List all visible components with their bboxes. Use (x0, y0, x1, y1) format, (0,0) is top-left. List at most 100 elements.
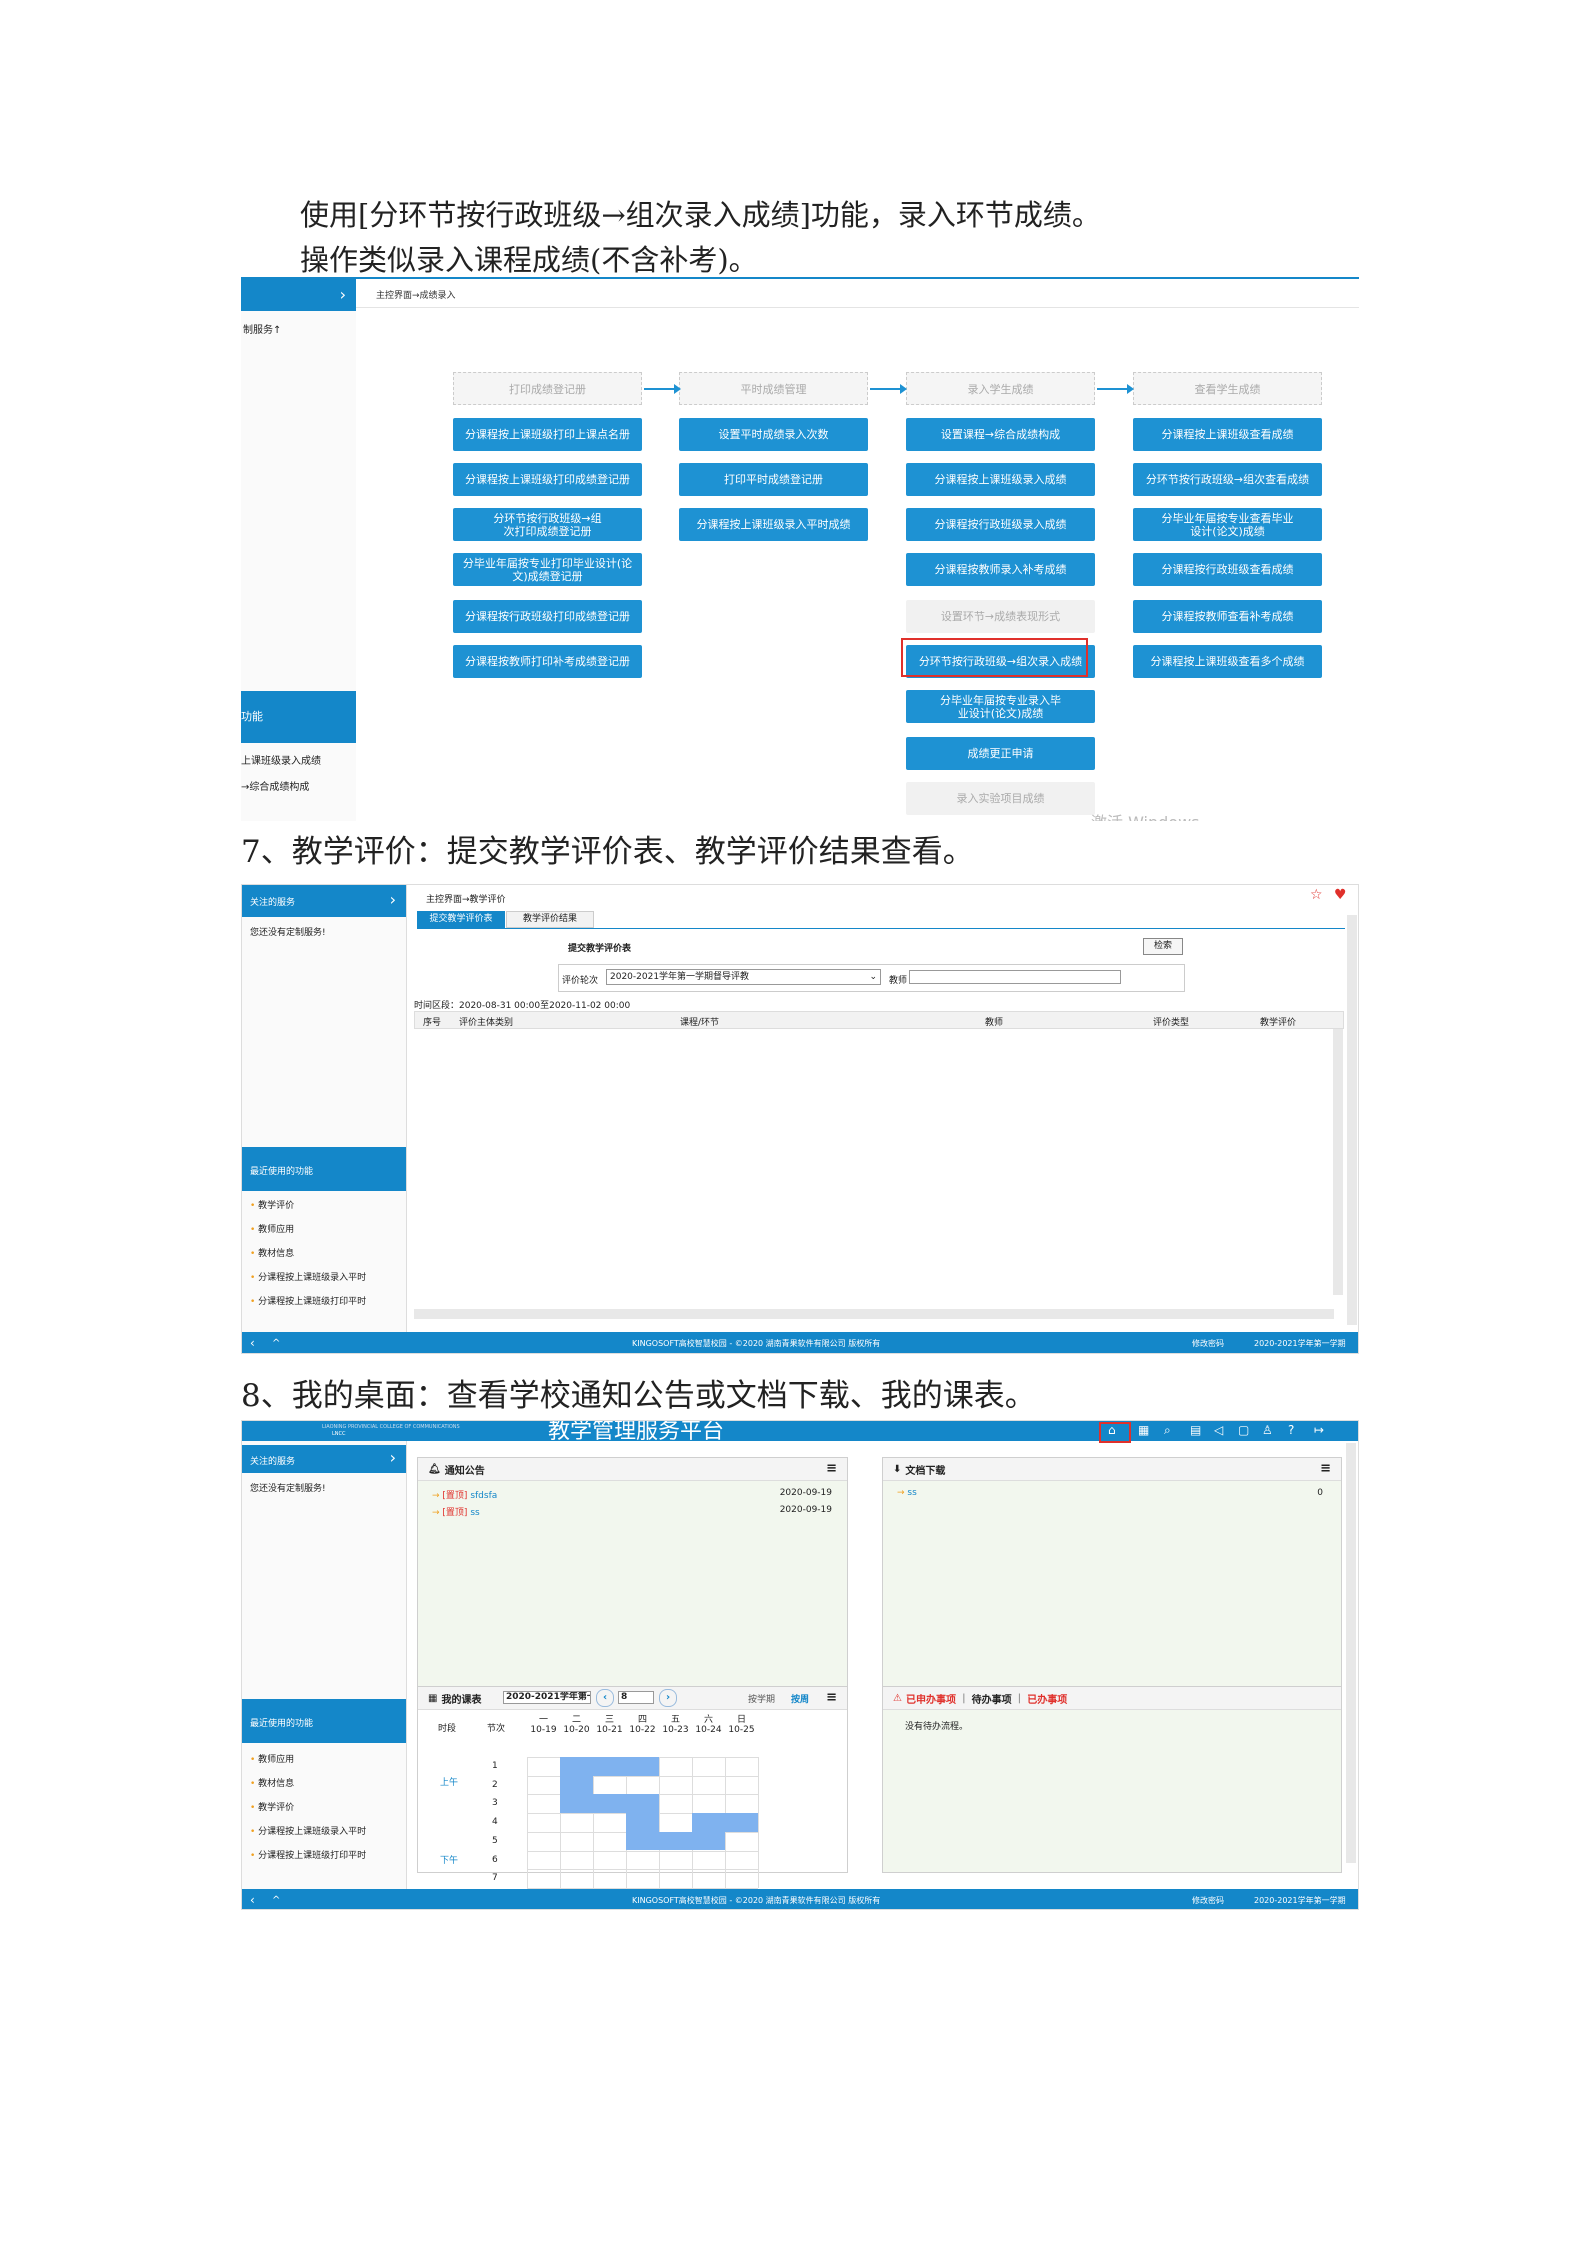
func-button[interactable]: 分课程按教师录入补考成绩 (906, 553, 1095, 586)
tab-submit[interactable]: 提交教学评价表 (417, 911, 505, 928)
recent-item[interactable]: • 教学评价 (250, 1800, 294, 1813)
func-button[interactable]: 分课程按教师打印补考成绩登记册 (453, 645, 642, 678)
col-subject: 评价主体类别 (459, 1018, 514, 1028)
recent-item[interactable]: • 教师应用 (250, 1752, 294, 1765)
func-button[interactable]: 分课程按上课班级打印上课点名册 (453, 418, 642, 451)
tab-applied[interactable]: 已申办事项 (906, 1691, 956, 1706)
func-button[interactable]: 分环节按行政班级→组次打印成绩登记册 (453, 508, 642, 541)
recent-item[interactable]: • 教材信息 (250, 1246, 294, 1259)
func-button[interactable]: 打印平时成绩登记册 (679, 463, 868, 496)
class-cell[interactable] (593, 1794, 626, 1814)
class-cell[interactable] (626, 1813, 659, 1832)
recent-item[interactable]: • 教师应用 (250, 1222, 294, 1235)
func-button[interactable]: 分课程按行政班级打印成绩登记册 (453, 600, 642, 633)
func-button[interactable]: 分课程按教师查看补考成绩 (1133, 600, 1322, 633)
sidebar-header[interactable]: 关注的服务 › (242, 1445, 406, 1473)
class-cell[interactable] (560, 1775, 593, 1795)
help-icon[interactable]: ? (1288, 1423, 1294, 1437)
tab-done[interactable]: 已办事项 (1027, 1691, 1067, 1706)
chevron-right-icon[interactable]: › (340, 285, 346, 304)
class-cell[interactable] (560, 1794, 593, 1814)
todo-panel: ⚠ 已申办事项 | 待办事项 | 已办事项 没有待办流程。 (882, 1686, 1342, 1873)
week-select[interactable]: 8 (618, 1691, 654, 1704)
heart-icon[interactable]: ♥ (1334, 887, 1347, 903)
menu-icon[interactable]: ≡ (826, 1461, 837, 1476)
table-scrollbar[interactable] (1333, 1029, 1343, 1295)
chevron-left-icon[interactable]: ‹ (250, 1336, 255, 1350)
teacher-input[interactable] (909, 970, 1121, 984)
recent-item[interactable]: • 分课程按上课班级打印平时 (250, 1294, 366, 1307)
menu-icon[interactable]: ≡ (1320, 1461, 1331, 1476)
star-icon[interactable]: ☆ (1310, 887, 1323, 903)
round-select[interactable]: 2020-2021学年第一学期督导评教 ⌄ (606, 969, 881, 985)
notice-item[interactable]: → [置顶] ss 2020-09-19 (432, 1505, 842, 1518)
speaker-icon[interactable]: ◁ (1214, 1423, 1223, 1437)
func-button[interactable]: 分课程按上课班级录入成绩 (906, 463, 1095, 496)
func-button[interactable]: 成绩更正申请 (906, 737, 1095, 770)
page-scrollbar[interactable] (1347, 915, 1357, 1325)
download-panel-header: ⬇ 文档下载 ≡ (883, 1458, 1341, 1481)
day-date: 10-19 (530, 1725, 557, 1735)
tab-todo[interactable]: 待办事项 (972, 1691, 1012, 1706)
by-week-link[interactable]: 按周 (791, 1692, 809, 1705)
recent-item[interactable]: →综合成绩构成 (241, 778, 309, 793)
chevron-right-icon[interactable]: › (390, 890, 396, 909)
chevron-right-icon[interactable]: › (390, 1448, 396, 1467)
home-icon[interactable]: ⌂ (1108, 1423, 1116, 1437)
recent-item[interactable]: • 教材信息 (250, 1776, 294, 1789)
func-button[interactable]: 设置平时成绩录入次数 (679, 418, 868, 451)
grid-icon[interactable]: ▦ (1138, 1423, 1149, 1437)
func-button[interactable]: 分课程按上课班级录入平时成绩 (679, 508, 868, 541)
term-select[interactable]: 2020-2021学年第一学期 (503, 1691, 591, 1704)
day-date: 10-25 (728, 1725, 755, 1735)
download-item[interactable]: → ss 0 (897, 1488, 1333, 1498)
chevron-right-icon[interactable]: › (659, 1689, 677, 1707)
chevron-up-icon[interactable]: ^ (272, 1895, 280, 1906)
calendar-icon[interactable]: ▤ (1190, 1423, 1201, 1437)
func-button[interactable]: 分毕业年届按专业录入毕业设计(论文)成绩 (906, 690, 1095, 723)
func-button[interactable]: 设置课程→综合成绩构成 (906, 418, 1095, 451)
class-cell[interactable] (692, 1831, 725, 1851)
recent-item[interactable]: • 分课程按上课班级录入平时 (250, 1824, 366, 1837)
sidebar-header[interactable]: › (241, 279, 356, 311)
func-button[interactable]: 分课程按上课班级打印成绩登记册 (453, 463, 642, 496)
class-cell[interactable] (659, 1831, 692, 1851)
class-cell[interactable] (593, 1757, 626, 1776)
recent-functions-header: 功能 (241, 691, 356, 743)
class-cell[interactable] (560, 1757, 593, 1776)
change-password-link[interactable]: 修改密码 (1192, 1895, 1224, 1906)
func-button[interactable]: 分环节按行政班级→组次查看成绩 (1133, 463, 1322, 496)
chevron-left-icon[interactable]: ‹ (250, 1893, 255, 1907)
schedule-panel-header: ▦ 我的课表 2020-2021学年第一学期 ‹ 8 › 按学期 按周 ≡ (418, 1687, 847, 1710)
tab-results[interactable]: 教学评价结果 (506, 911, 594, 928)
chevron-left-icon[interactable]: ‹ (596, 1689, 614, 1707)
recent-item[interactable]: • 分课程按上课班级打印平时 (250, 1848, 366, 1861)
class-cell[interactable] (626, 1831, 659, 1851)
recent-item[interactable]: • 分课程按上课班级录入平时 (250, 1270, 366, 1283)
class-cell[interactable] (626, 1794, 659, 1814)
menu-icon[interactable]: ≡ (826, 1690, 837, 1705)
class-cell[interactable] (626, 1757, 659, 1776)
class-cell[interactable] (725, 1813, 758, 1832)
func-button[interactable]: 分毕业年届按专业打印毕业设计(论文)成绩登记册 (453, 553, 642, 586)
search-icon[interactable]: ⌕ (1164, 1423, 1171, 1438)
class-cell[interactable] (692, 1813, 725, 1832)
func-button[interactable]: 分毕业年届按专业查看毕业设计(论文)成绩 (1133, 508, 1322, 541)
func-button[interactable]: 分课程按上课班级查看成绩 (1133, 418, 1322, 451)
page-scrollbar[interactable] (1346, 1443, 1356, 1863)
recent-item[interactable]: 上课班级录入成绩 (241, 752, 321, 767)
func-button[interactable]: 分课程按行政班级查看成绩 (1133, 553, 1322, 586)
horizontal-scrollbar[interactable] (414, 1309, 1334, 1319)
search-button[interactable]: 检索 (1143, 938, 1183, 955)
func-button[interactable]: 分课程按上课班级查看多个成绩 (1133, 645, 1322, 678)
notice-item[interactable]: → [置顶] sfdsfa 2020-09-19 (432, 1488, 842, 1501)
logout-icon[interactable]: ↦ (1314, 1423, 1324, 1437)
recent-item[interactable]: • 教学评价 (250, 1198, 294, 1211)
by-term-link[interactable]: 按学期 (748, 1692, 775, 1705)
change-password-link[interactable]: 修改密码 (1192, 1338, 1224, 1349)
func-button[interactable]: 分课程按行政班级录入成绩 (906, 508, 1095, 541)
sidebar-header[interactable]: 关注的服务 › (242, 885, 406, 917)
chevron-up-icon[interactable]: ^ (272, 1338, 280, 1349)
shirt-icon[interactable]: ♙ (1262, 1423, 1273, 1437)
document-icon[interactable]: ▢ (1238, 1423, 1249, 1437)
